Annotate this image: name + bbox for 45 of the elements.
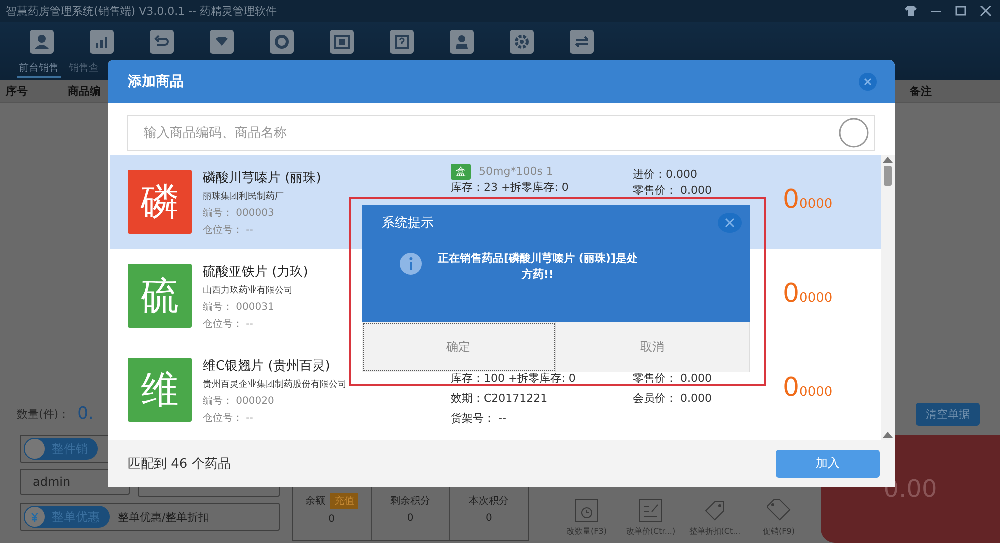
- member-label: 剩余积分: [390, 494, 430, 508]
- unit-badge: 盒: [451, 164, 471, 180]
- stock-info: 库存：23 +拆零库存: 0: [451, 180, 569, 195]
- storage-location: 仓位号： --: [203, 224, 254, 237]
- member-value: 0: [486, 512, 492, 524]
- price-value: 0: [783, 373, 800, 403]
- quantity-label: 数量(件)：: [17, 406, 70, 422]
- stock-info: 库存：100 +拆零库存: 0: [451, 371, 576, 386]
- drug-name: 维C银翘片 (贵州百灵): [203, 358, 330, 375]
- price-fraction: 0000: [800, 291, 833, 306]
- price-info: 会员价： 0.000: [633, 391, 713, 406]
- drug-name: 磷酸川芎嗪片 (丽珠): [203, 170, 322, 187]
- drug-initial: 维: [128, 358, 192, 422]
- storage-location: 仓位号： --: [203, 412, 254, 425]
- member-value: 0: [407, 512, 414, 524]
- member-label: 本次积分: [469, 494, 510, 508]
- price-value: 0: [783, 279, 800, 309]
- alert-message: 正在销售药品[磷酸川芎嗪片 (丽珠)]是处方药!!: [438, 251, 638, 283]
- match-count: 匹配到 46 个药品: [128, 456, 231, 472]
- drug-name: 硫酸亚铁片 (力玖): [203, 264, 308, 281]
- quantity-value: 0.: [78, 404, 94, 424]
- drug-code: 编号： 000020: [203, 394, 274, 408]
- stock-info: 货架号： --: [451, 411, 506, 426]
- drug-code: 编号： 000003: [203, 206, 274, 220]
- window-title: 智慧药房管理系统(销售端) V3.0.0.1 -- 药精灵管理软件: [6, 4, 278, 18]
- alert-title: 系统提示: [382, 215, 434, 232]
- manufacturer: 贵州百灵企业集团制药股份有限公司: [203, 378, 347, 391]
- storage-location: 仓位号： --: [203, 318, 254, 331]
- price-info: 零售价： 0.000: [633, 371, 713, 386]
- member-label: 余额: [305, 494, 326, 508]
- manufacturer: 丽珠集团利民制药厂: [203, 190, 284, 203]
- dialog-title: 添加商品: [128, 72, 184, 90]
- price-info: 零售价： 0.000: [633, 183, 713, 198]
- drug-initial: 磷: [128, 170, 192, 234]
- member-value: 0: [328, 514, 336, 524]
- drug-code: 编号： 000031: [203, 300, 274, 314]
- price-fraction: 0000: [800, 385, 833, 400]
- manufacturer: 山西力玖药业有限公司: [203, 284, 293, 297]
- discount-placeholder: 整单优惠/整单折扣: [118, 510, 210, 524]
- drug-initial: 硫: [128, 264, 192, 328]
- price-fraction: 0000: [800, 197, 833, 212]
- drug-spec: 50mg*100s 1: [479, 165, 554, 178]
- stock-info: 效期：C20171221: [451, 391, 548, 406]
- price-info: 进价：0.000: [633, 167, 698, 182]
- price-value: 0: [783, 185, 800, 215]
